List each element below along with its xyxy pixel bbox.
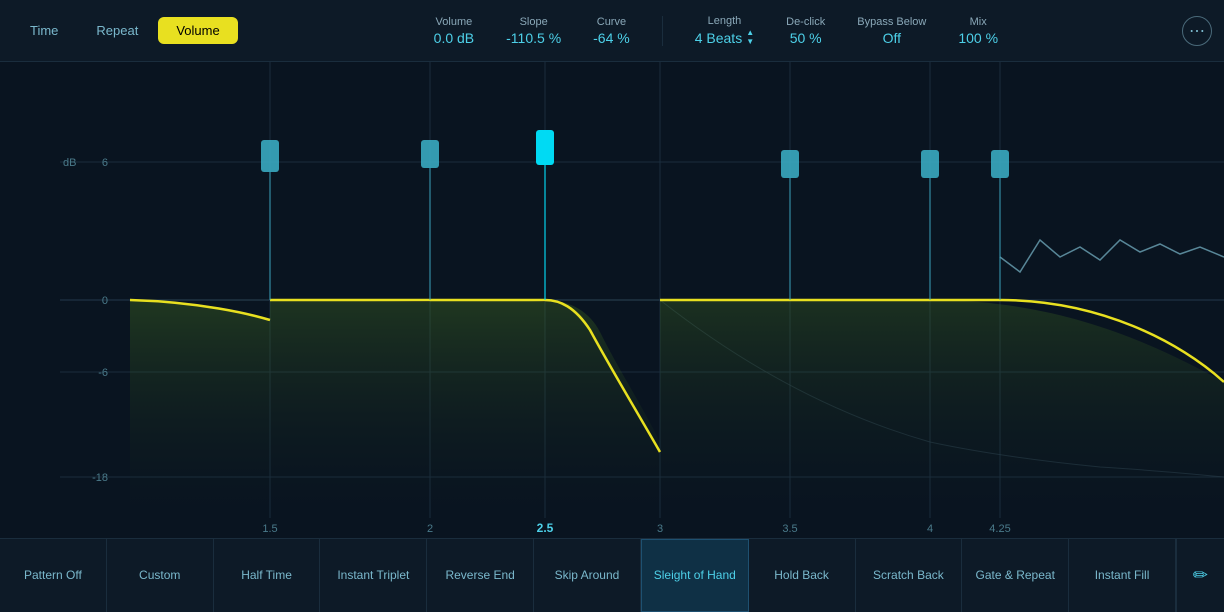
pencil-button[interactable]: ✏ [1176, 539, 1224, 612]
mix-value[interactable]: 100 % [958, 30, 998, 46]
preset-pattern-off[interactable]: Pattern Off [0, 539, 107, 612]
param-mix: Mix 100 % [958, 16, 998, 46]
chart-svg: 6 dB 0 -6 -18 1.5 2 2.5 3 3.5 4 4.25 [0, 62, 1224, 538]
preset-half-time[interactable]: Half Time [214, 539, 321, 612]
length-value[interactable]: 4 Beats ▲▼ [695, 29, 754, 46]
svg-text:-18: -18 [92, 472, 108, 484]
svg-text:4: 4 [927, 523, 933, 535]
mix-label: Mix [970, 16, 987, 28]
declick-value[interactable]: 50 % [790, 30, 822, 46]
header: Time Repeat Volume Volume 0.0 dB Slope -… [0, 0, 1224, 62]
svg-text:4.25: 4.25 [989, 523, 1010, 535]
param-curve: Curve -64 % [593, 16, 630, 46]
svg-text:2.5: 2.5 [537, 521, 554, 535]
pencil-icon: ✏ [1193, 565, 1208, 586]
length-label: Length [708, 15, 742, 27]
preset-scratch-back[interactable]: Scratch Back [856, 539, 963, 612]
length-stepper[interactable]: ▲▼ [746, 29, 754, 46]
tab-group: Time Repeat Volume [12, 17, 238, 44]
svg-text:1.5: 1.5 [262, 523, 277, 535]
preset-sleight-of-hand[interactable]: Sleight of Hand [641, 539, 749, 612]
svg-text:6: 6 [102, 157, 108, 169]
param-length: Length 4 Beats ▲▼ [695, 15, 754, 46]
param-bypass-below: Bypass Below Off [857, 16, 926, 46]
preset-instant-fill[interactable]: Instant Fill [1069, 539, 1176, 612]
volume-value[interactable]: 0.0 dB [434, 30, 474, 46]
tab-time[interactable]: Time [12, 17, 76, 44]
curve-label: Curve [597, 16, 626, 28]
bypass-label: Bypass Below [857, 16, 926, 28]
tab-repeat[interactable]: Repeat [78, 17, 156, 44]
slope-value[interactable]: -110.5 % [506, 30, 561, 46]
declick-label: De-click [786, 16, 825, 28]
svg-text:dB: dB [63, 157, 76, 169]
preset-custom[interactable]: Custom [107, 539, 214, 612]
param-group: Volume 0.0 dB Slope -110.5 % Curve -64 %… [262, 15, 1170, 46]
preset-skip-around[interactable]: Skip Around [534, 539, 641, 612]
volume-label: Volume [436, 16, 473, 28]
tab-volume[interactable]: Volume [158, 17, 237, 44]
svg-text:2: 2 [427, 523, 433, 535]
param-declick: De-click 50 % [786, 16, 825, 46]
svg-text:3: 3 [657, 523, 663, 535]
curve-value[interactable]: -64 % [593, 30, 630, 46]
more-button[interactable]: ⋯ [1182, 16, 1212, 46]
slope-label: Slope [520, 16, 548, 28]
param-slope: Slope -110.5 % [506, 16, 561, 46]
preset-instant-triplet[interactable]: Instant Triplet [320, 539, 427, 612]
svg-text:-6: -6 [98, 367, 108, 379]
bottom-bar: Pattern Off Custom Half Time Instant Tri… [0, 538, 1224, 612]
bypass-value[interactable]: Off [883, 30, 901, 46]
svg-text:0: 0 [102, 295, 108, 307]
preset-reverse-end[interactable]: Reverse End [427, 539, 534, 612]
preset-hold-back[interactable]: Hold Back [749, 539, 856, 612]
param-volume: Volume 0.0 dB [434, 16, 474, 46]
preset-gate-repeat[interactable]: Gate & Repeat [962, 539, 1069, 612]
svg-text:3.5: 3.5 [782, 523, 797, 535]
chart-area: 6 dB 0 -6 -18 1.5 2 2.5 3 3.5 4 4.25 [0, 62, 1224, 538]
